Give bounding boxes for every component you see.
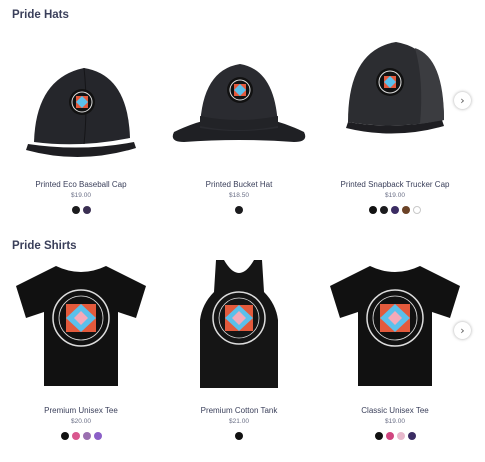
color-swatch[interactable] xyxy=(60,432,69,440)
product-card[interactable]: Classic Unisex Tee $19.00 xyxy=(320,256,470,440)
product-card[interactable]: Printed Bucket Hat $18.50 xyxy=(164,30,314,214)
color-swatch[interactable] xyxy=(380,206,388,214)
color-swatch[interactable] xyxy=(374,432,383,440)
chevron-right-icon: › xyxy=(460,94,465,107)
product-image[interactable] xyxy=(6,30,156,180)
color-swatch[interactable] xyxy=(391,206,399,214)
color-swatch[interactable] xyxy=(235,432,243,440)
section-title-hats: Pride Hats xyxy=(12,9,69,21)
product-name[interactable]: Classic Unisex Tee xyxy=(320,406,470,415)
product-price: $18.50 xyxy=(229,192,249,199)
color-swatch[interactable] xyxy=(407,432,416,440)
product-image[interactable] xyxy=(6,256,156,406)
product-image[interactable] xyxy=(164,256,314,406)
product-price: $20.00 xyxy=(71,418,91,425)
product-image[interactable] xyxy=(320,256,470,406)
product-name[interactable]: Printed Eco Baseball Cap xyxy=(6,180,156,189)
product-name[interactable]: Premium Unisex Tee xyxy=(6,406,156,415)
tank-top-icon xyxy=(200,260,278,388)
color-swatch[interactable] xyxy=(369,206,377,214)
baseball-cap-icon xyxy=(26,67,136,158)
product-card[interactable]: Printed Snapback Trucker Cap $19.00 xyxy=(320,30,470,214)
product-price: $19.00 xyxy=(71,192,91,199)
trucker-cap-icon xyxy=(346,42,444,134)
bucket-hat-icon xyxy=(172,64,306,142)
color-swatch[interactable] xyxy=(82,206,91,214)
product-card[interactable]: Premium Unisex Tee $20.00 xyxy=(6,256,156,440)
color-swatch[interactable] xyxy=(71,432,80,440)
color-swatch[interactable] xyxy=(413,206,421,214)
carousel-next-button[interactable]: › xyxy=(454,322,471,339)
product-name[interactable]: Printed Bucket Hat xyxy=(164,180,314,189)
color-swatch[interactable] xyxy=(93,432,102,440)
section-title-shirts: Pride Shirts xyxy=(12,240,77,252)
chevron-right-icon: › xyxy=(460,324,465,337)
product-card[interactable]: Premium Cotton Tank $21.00 xyxy=(164,256,314,440)
tshirt-icon xyxy=(330,266,460,386)
product-image[interactable] xyxy=(320,30,470,180)
color-swatch[interactable] xyxy=(235,206,243,214)
color-swatch[interactable] xyxy=(402,206,410,214)
product-image[interactable] xyxy=(164,30,314,180)
product-card[interactable]: Printed Eco Baseball Cap $19.00 xyxy=(6,30,156,214)
color-swatch[interactable] xyxy=(71,206,80,214)
product-price: $19.00 xyxy=(385,418,405,425)
color-swatch[interactable] xyxy=(385,432,394,440)
color-swatch[interactable] xyxy=(82,432,91,440)
color-swatch[interactable] xyxy=(396,432,405,440)
product-name[interactable]: Premium Cotton Tank xyxy=(164,406,314,415)
product-price: $21.00 xyxy=(229,418,249,425)
carousel-next-button[interactable]: › xyxy=(454,92,471,109)
tshirt-icon xyxy=(16,266,146,386)
product-name[interactable]: Printed Snapback Trucker Cap xyxy=(320,180,470,189)
product-price: $19.00 xyxy=(385,192,405,199)
